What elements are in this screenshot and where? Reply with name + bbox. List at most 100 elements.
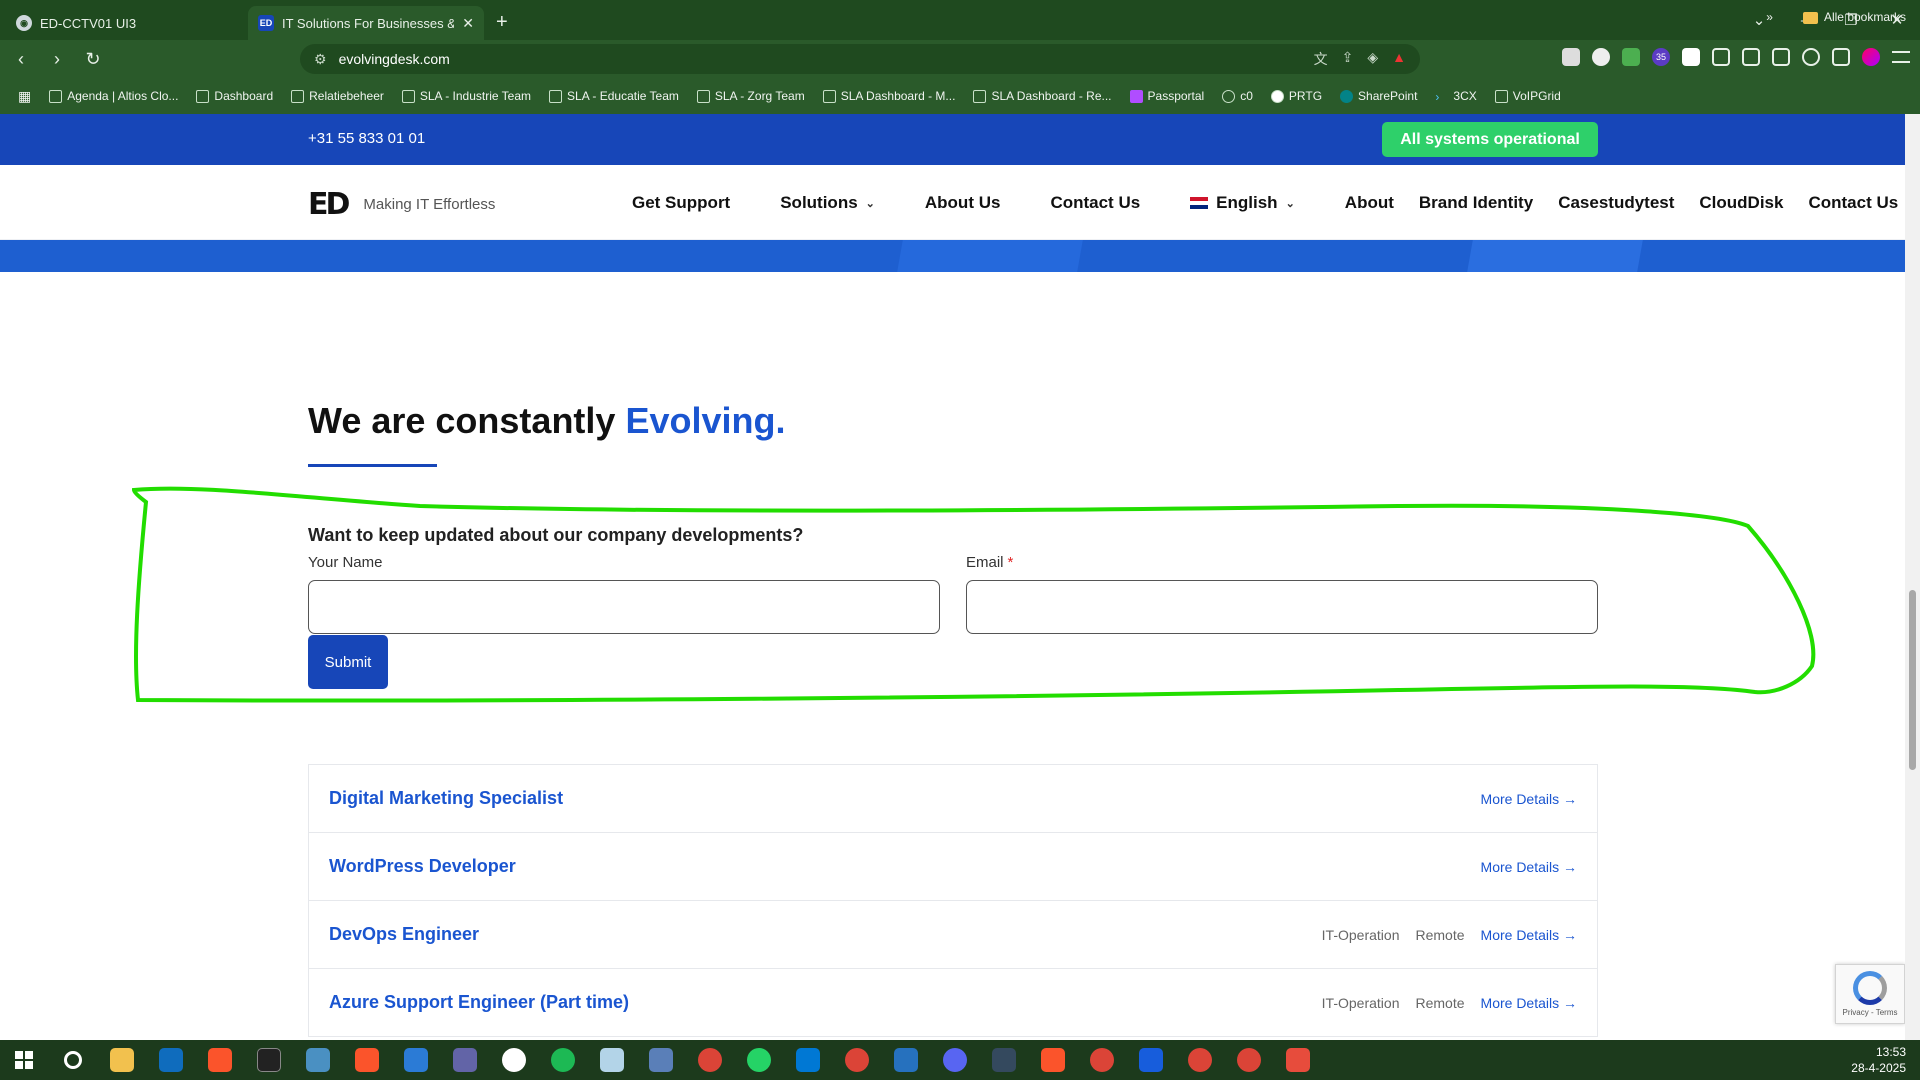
language-switcher[interactable]: English ⌄ bbox=[1190, 193, 1295, 213]
brave-rewards-icon[interactable]: ▲ bbox=[1392, 49, 1406, 69]
bookmark-item[interactable]: SLA - Educatie Team bbox=[549, 89, 679, 103]
file-explorer-icon[interactable] bbox=[97, 1040, 146, 1080]
translate-icon[interactable]: 文 bbox=[1314, 49, 1328, 69]
job-title[interactable]: Digital Marketing Specialist bbox=[329, 788, 563, 809]
bookmark-item[interactable]: PRTG bbox=[1270, 89, 1322, 103]
job-row[interactable]: DevOps Engineer IT-Operation Remote More… bbox=[309, 901, 1597, 969]
apps-grid-icon[interactable]: ▦ bbox=[18, 88, 31, 105]
app-icon[interactable] bbox=[930, 1040, 979, 1080]
sidebar-icon[interactable] bbox=[1742, 48, 1760, 66]
share-icon[interactable]: ⇪ bbox=[1342, 49, 1354, 69]
bookmark-item[interactable]: Agenda | Altios Clo... bbox=[49, 89, 178, 103]
chrome-icon[interactable] bbox=[685, 1040, 734, 1080]
job-row[interactable]: WordPress Developer More Details → bbox=[309, 833, 1597, 901]
browser-tab-1[interactable]: ◉ ED-CCTV01 UI3 bbox=[6, 6, 242, 40]
bookmark-item[interactable]: Passportal bbox=[1129, 89, 1204, 103]
address-bar[interactable]: ⚙ evolvingdesk.com 文 ⇪ ◈ ▲ bbox=[300, 44, 1420, 74]
wallet-icon[interactable] bbox=[1772, 48, 1790, 66]
bookmark-item[interactable]: SLA Dashboard - M... bbox=[822, 89, 955, 103]
extension-icon[interactable] bbox=[1682, 48, 1700, 66]
nav-link-contact-us[interactable]: Contact Us bbox=[1050, 193, 1140, 213]
more-details-link[interactable]: More Details → bbox=[1481, 859, 1577, 875]
site-settings-icon[interactable]: ⚙ bbox=[314, 51, 327, 68]
more-bookmarks-icon[interactable]: » bbox=[1766, 10, 1773, 24]
nav-link-about-us[interactable]: About Us bbox=[925, 193, 1001, 213]
extension-icon[interactable] bbox=[1592, 48, 1610, 66]
ssms-icon[interactable] bbox=[979, 1040, 1028, 1080]
leo-ai-icon[interactable] bbox=[1802, 48, 1820, 66]
app-icon[interactable] bbox=[1273, 1040, 1322, 1080]
brave-icon[interactable] bbox=[195, 1040, 244, 1080]
powershell-icon[interactable] bbox=[881, 1040, 930, 1080]
nav-link-clouddisk[interactable]: CloudDisk bbox=[1699, 193, 1783, 213]
nav-link-casestudytest[interactable]: Casestudytest bbox=[1558, 193, 1674, 213]
system-clock[interactable]: 13:53 28-4-2025 bbox=[1851, 1044, 1906, 1076]
nav-link-about[interactable]: About bbox=[1345, 193, 1394, 213]
nav-link-contact-us-2[interactable]: Contact Us bbox=[1808, 193, 1898, 213]
job-title[interactable]: Azure Support Engineer (Part time) bbox=[329, 992, 629, 1013]
defender-icon[interactable] bbox=[391, 1040, 440, 1080]
nav-link-get-support[interactable]: Get Support bbox=[632, 193, 730, 213]
more-details-link[interactable]: More Details → bbox=[1481, 791, 1577, 807]
new-tab-icon[interactable]: + bbox=[484, 11, 520, 40]
chrome-icon[interactable] bbox=[1175, 1040, 1224, 1080]
recaptcha-links[interactable]: Privacy - Terms bbox=[1843, 1008, 1898, 1017]
site-logo[interactable]: ED Making IT Effortless bbox=[308, 187, 495, 222]
all-bookmarks[interactable]: Alle bookmarks bbox=[1802, 10, 1906, 24]
terminal-icon[interactable] bbox=[244, 1040, 293, 1080]
bookmark-item[interactable]: Dashboard bbox=[196, 89, 273, 103]
chrome-icon[interactable] bbox=[832, 1040, 881, 1080]
brave-icon[interactable] bbox=[1028, 1040, 1077, 1080]
scrollbar-thumb[interactable] bbox=[1909, 590, 1916, 770]
extensions-puzzle-icon[interactable] bbox=[1712, 48, 1730, 66]
whatsapp-icon[interactable] bbox=[734, 1040, 783, 1080]
bookmark-item[interactable]: c0 bbox=[1222, 89, 1253, 103]
bookmark-item[interactable]: SharePoint bbox=[1340, 89, 1417, 103]
windows-start-icon[interactable] bbox=[0, 1040, 48, 1080]
brave-icon[interactable] bbox=[342, 1040, 391, 1080]
teamviewer-icon[interactable] bbox=[489, 1040, 538, 1080]
extension-icon[interactable] bbox=[1562, 48, 1580, 66]
phone-number[interactable]: +31 55 833 01 01 bbox=[308, 130, 425, 147]
outlook-icon[interactable] bbox=[146, 1040, 195, 1080]
browser-tab-2[interactable]: ED IT Solutions For Businesses & In ✕ bbox=[248, 6, 484, 40]
more-details-link[interactable]: More Details → bbox=[1481, 927, 1577, 943]
nav-link-brand-identity[interactable]: Brand Identity bbox=[1419, 193, 1533, 213]
bookmark-item[interactable]: SLA Dashboard - Re... bbox=[973, 89, 1112, 103]
job-title[interactable]: DevOps Engineer bbox=[329, 924, 479, 945]
bookmark-item[interactable]: VoIPGrid bbox=[1494, 89, 1561, 103]
extension-icon[interactable] bbox=[1622, 48, 1640, 66]
brave-shield-icon[interactable]: ◈ bbox=[1367, 49, 1378, 69]
bitwarden-icon[interactable] bbox=[1126, 1040, 1175, 1080]
profile-avatar-icon[interactable] bbox=[1862, 48, 1880, 66]
reload-icon[interactable]: ↻ bbox=[78, 49, 108, 70]
name-input[interactable] bbox=[308, 580, 940, 634]
page-scrollbar[interactable] bbox=[1905, 114, 1920, 1040]
nav-link-solutions[interactable]: Solutions ⌄ bbox=[780, 193, 875, 213]
system-status-button[interactable]: All systems operational bbox=[1382, 122, 1598, 157]
back-icon[interactable]: ‹ bbox=[6, 49, 36, 70]
remote-desktop-icon[interactable] bbox=[293, 1040, 342, 1080]
notes-icon[interactable] bbox=[587, 1040, 636, 1080]
search-icon[interactable] bbox=[48, 1040, 97, 1080]
spotify-icon[interactable] bbox=[538, 1040, 587, 1080]
bookmark-item[interactable]: SLA - Industrie Team bbox=[401, 89, 531, 103]
bookmark-item[interactable]: › 3CX bbox=[1435, 89, 1476, 104]
job-row[interactable]: Digital Marketing Specialist More Detail… bbox=[309, 765, 1597, 833]
vpn-icon[interactable] bbox=[1832, 48, 1850, 66]
close-tab-icon[interactable]: ✕ bbox=[462, 15, 474, 32]
menu-icon[interactable] bbox=[1892, 51, 1910, 63]
network-tool-icon[interactable] bbox=[636, 1040, 685, 1080]
forward-icon[interactable]: › bbox=[42, 49, 72, 70]
bookmark-item[interactable]: SLA - Zorg Team bbox=[696, 89, 805, 103]
extension-badge-icon[interactable]: 35 bbox=[1652, 48, 1670, 66]
teams-icon[interactable] bbox=[440, 1040, 489, 1080]
chrome-icon[interactable] bbox=[1077, 1040, 1126, 1080]
recaptcha-badge[interactable]: Privacy - Terms bbox=[1835, 964, 1905, 1024]
vscode-icon[interactable] bbox=[783, 1040, 832, 1080]
chrome-icon[interactable] bbox=[1224, 1040, 1273, 1080]
job-title[interactable]: WordPress Developer bbox=[329, 856, 516, 877]
bookmark-item[interactable]: Relatiebeheer bbox=[291, 89, 384, 103]
email-input[interactable] bbox=[966, 580, 1598, 634]
more-details-link[interactable]: More Details → bbox=[1481, 995, 1577, 1011]
